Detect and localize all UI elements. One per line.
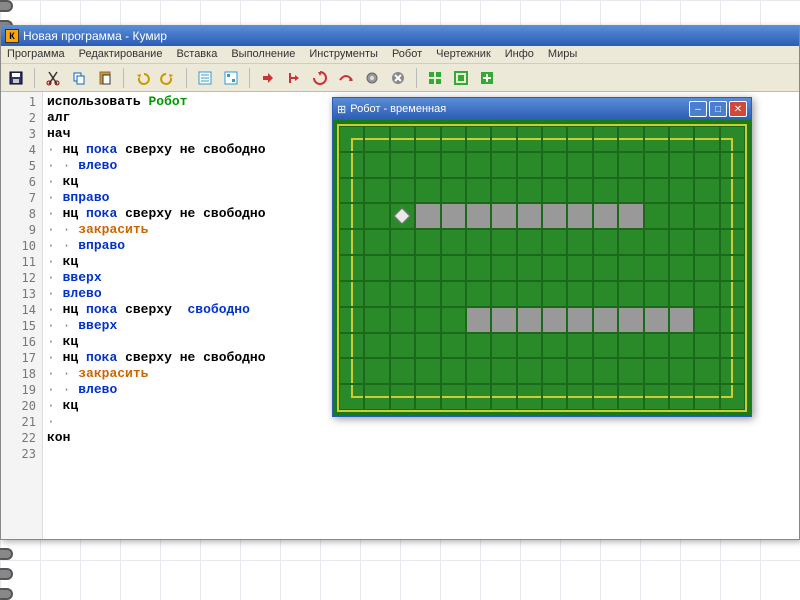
grid2-icon[interactable] <box>450 67 472 89</box>
robot-grid[interactable] <box>339 126 745 410</box>
undo-icon[interactable] <box>131 67 153 89</box>
robot-field <box>333 120 751 416</box>
robot-titlebar[interactable]: ⊞ Робот - временная – □ ✕ <box>333 98 751 120</box>
menu-worlds[interactable]: Миры <box>548 48 577 61</box>
tree-icon[interactable] <box>220 67 242 89</box>
minimize-button[interactable]: – <box>689 101 707 117</box>
robot-window[interactable]: ⊞ Робот - временная – □ ✕ <box>332 97 752 417</box>
maximize-button[interactable]: □ <box>709 101 727 117</box>
menu-drafter[interactable]: Чертежник <box>436 48 491 61</box>
step-icon[interactable] <box>283 67 305 89</box>
menu-info[interactable]: Инфо <box>505 48 534 61</box>
menu-edit[interactable]: Редактирование <box>79 48 163 61</box>
redo-icon[interactable] <box>157 67 179 89</box>
settings-icon[interactable] <box>361 67 383 89</box>
close-button[interactable]: ✕ <box>729 101 747 117</box>
menubar: Программа Редактирование Вставка Выполне… <box>1 46 799 64</box>
copy-icon[interactable] <box>68 67 90 89</box>
robot-title-text: Робот - временная <box>350 103 446 115</box>
menu-tools[interactable]: Инструменты <box>309 48 378 61</box>
app-icon: К <box>5 29 19 43</box>
robot-app-icon: ⊞ <box>337 103 346 116</box>
grid1-icon[interactable] <box>424 67 446 89</box>
window-title: Новая программа - Кумир <box>23 29 167 43</box>
list-icon[interactable] <box>194 67 216 89</box>
run-icon[interactable] <box>257 67 279 89</box>
titlebar[interactable]: К Новая программа - Кумир <box>1 26 799 46</box>
toolbar <box>1 64 799 92</box>
grid3-icon[interactable] <box>476 67 498 89</box>
save-icon[interactable] <box>5 67 27 89</box>
menu-insert[interactable]: Вставка <box>176 48 217 61</box>
menu-program[interactable]: Программа <box>7 48 65 61</box>
menu-run[interactable]: Выполнение <box>231 48 295 61</box>
line-gutter: 1234567891011121314151617181920212223 <box>1 92 43 539</box>
menu-robot[interactable]: Робот <box>392 48 422 61</box>
cut-icon[interactable] <box>42 67 64 89</box>
step-over-icon[interactable] <box>335 67 357 89</box>
step-into-icon[interactable] <box>309 67 331 89</box>
paste-icon[interactable] <box>94 67 116 89</box>
stop-icon[interactable] <box>387 67 409 89</box>
